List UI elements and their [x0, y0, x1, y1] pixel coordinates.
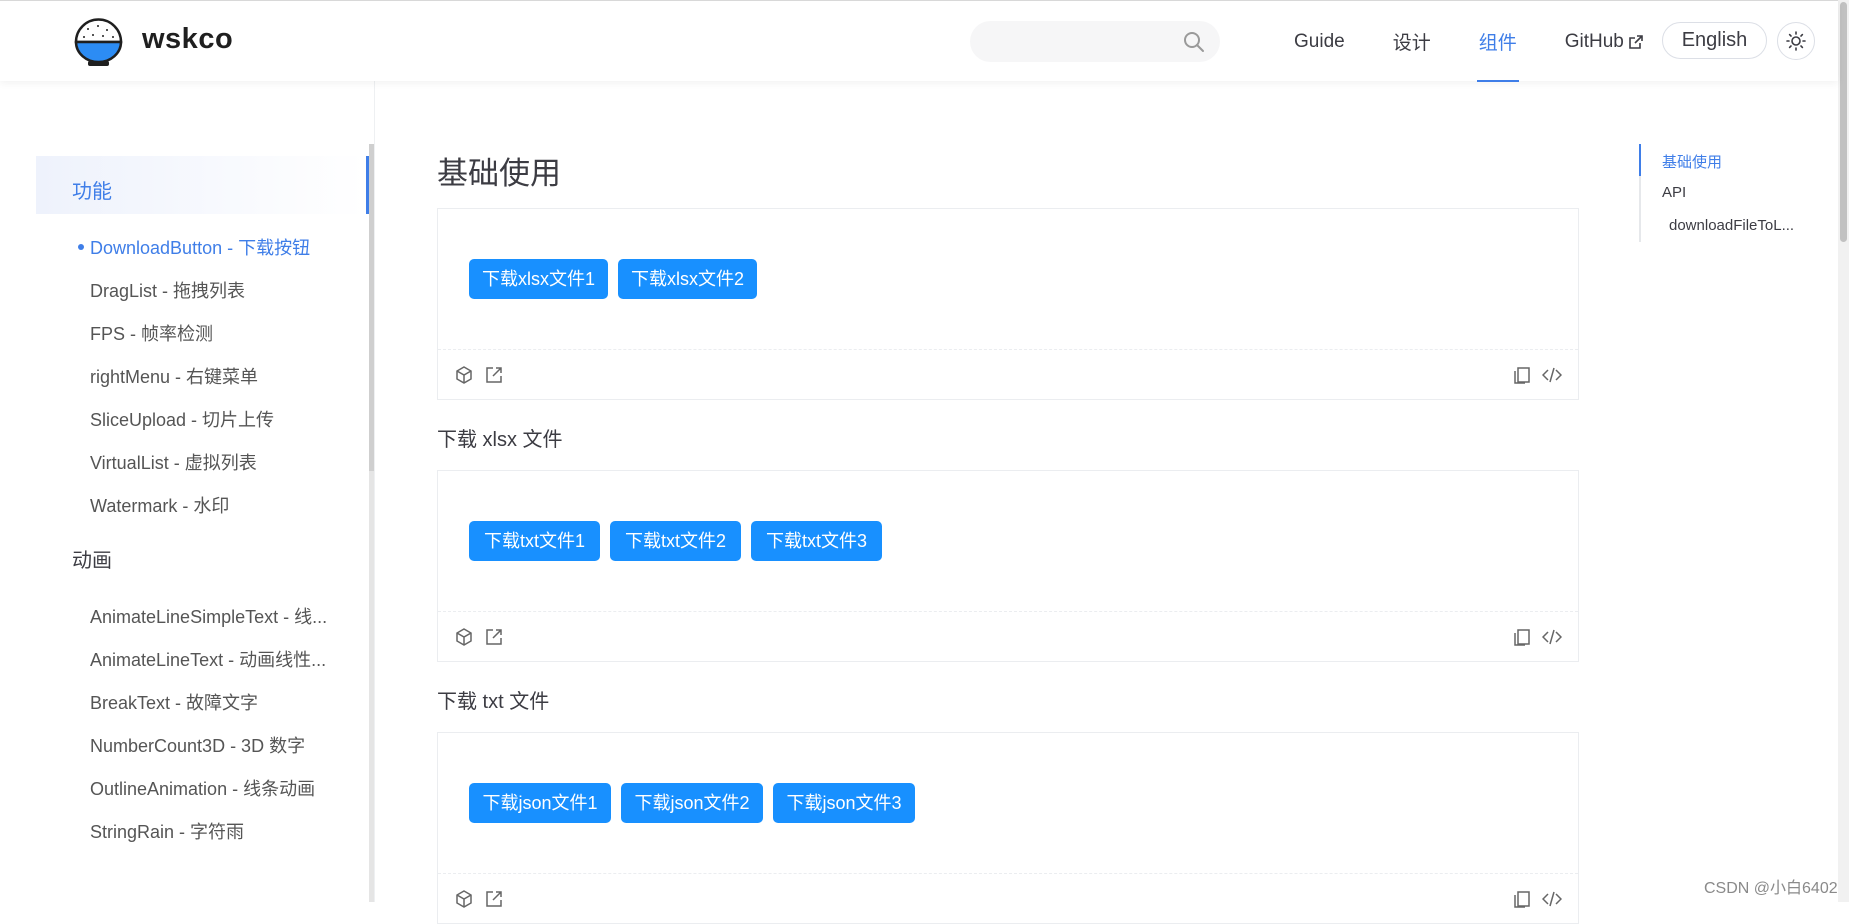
- sidebar-item-draglist[interactable]: DragList - 拖拽列表: [90, 277, 245, 303]
- sidebar-item-sliceupload[interactable]: SliceUpload - 切片上传: [90, 406, 274, 432]
- top-header: wskco Guide 设计 组件 GitHub English: [0, 0, 1838, 82]
- toc-item[interactable]: API: [1662, 184, 1686, 201]
- top-nav: Guide 设计 组件 GitHub: [1270, 1, 1667, 82]
- demo-box: 下载xlsx文件1 下载xlsx文件2: [437, 208, 1579, 400]
- sidebar-item-breaktext[interactable]: BreakText - 故障文字: [90, 689, 258, 715]
- nav-github[interactable]: GitHub: [1541, 1, 1667, 82]
- sidebar-item-virtuallist[interactable]: VirtualList - 虚拟列表: [90, 449, 257, 475]
- demo-caption: 下载 txt 文件: [437, 691, 550, 713]
- page-title: 基础使用: [437, 156, 561, 191]
- demo-caption: 下载 xlsx 文件: [437, 429, 563, 451]
- code-icon[interactable]: [1542, 889, 1562, 909]
- download-button[interactable]: 下载xlsx文件1: [469, 259, 608, 299]
- sidebar-item-numbercount3d[interactable]: NumberCount3D - 3D 数字: [90, 732, 305, 758]
- sidebar-scrollbar[interactable]: [369, 144, 374, 902]
- sidebar-item-downloadbutton[interactable]: DownloadButton - 下载按钮: [90, 234, 310, 260]
- page-scrollbar-thumb[interactable]: [1840, 2, 1847, 242]
- nav-guide[interactable]: Guide: [1270, 1, 1369, 82]
- sidebar-group-title[interactable]: 动画: [72, 544, 112, 573]
- demo-actions: [438, 874, 1578, 923]
- sidebar: 功能 DownloadButton - 下载按钮 DragList - 拖拽列表…: [0, 81, 375, 902]
- sidebar-item-animatelinetext[interactable]: AnimateLineText - 动画线性...: [90, 646, 326, 672]
- open-external-icon[interactable]: [484, 627, 504, 647]
- search-box[interactable]: [970, 21, 1220, 62]
- sidebar-item-rightmenu[interactable]: rightMenu - 右键菜单: [90, 363, 258, 389]
- toc-item[interactable]: 基础使用: [1662, 151, 1722, 172]
- demo-preview: 下载txt文件1 下载txt文件2 下载txt文件3: [438, 471, 1578, 612]
- toc-item[interactable]: downloadFileToL...: [1669, 217, 1794, 234]
- sidebar-item-animatelinesimpletext[interactable]: AnimateLineSimpleText - 线...: [90, 603, 327, 629]
- demo-preview: 下载json文件1 下载json文件2 下载json文件3: [438, 733, 1578, 874]
- external-link-icon: [1629, 34, 1643, 49]
- codesandbox-icon[interactable]: [454, 627, 474, 647]
- language-button[interactable]: English: [1662, 22, 1767, 59]
- open-external-icon[interactable]: [484, 889, 504, 909]
- download-button[interactable]: 下载txt文件1: [469, 521, 600, 561]
- search-icon: [1184, 32, 1204, 52]
- demo-box: 下载txt文件1 下载txt文件2 下载txt文件3: [437, 470, 1579, 662]
- toc-active-marker: [1639, 144, 1641, 176]
- sidebar-item-stringrain[interactable]: StringRain - 字符雨: [90, 818, 244, 844]
- active-bullet-icon: [78, 244, 84, 250]
- codesandbox-icon[interactable]: [454, 365, 474, 385]
- open-external-icon[interactable]: [484, 365, 504, 385]
- sidebar-item-watermark[interactable]: Watermark - 水印: [90, 492, 229, 518]
- download-button[interactable]: 下载txt文件2: [610, 521, 741, 561]
- nav-design[interactable]: 设计: [1369, 1, 1455, 82]
- sidebar-group-title[interactable]: 功能: [72, 175, 112, 204]
- sun-icon: [1786, 31, 1806, 51]
- copy-icon[interactable]: [1512, 889, 1532, 909]
- nav-github-label: GitHub: [1564, 30, 1624, 52]
- code-icon[interactable]: [1542, 365, 1562, 385]
- site-title[interactable]: wskco: [142, 23, 233, 56]
- copy-icon[interactable]: [1512, 627, 1532, 647]
- copy-icon[interactable]: [1512, 365, 1532, 385]
- demo-box: 下载json文件1 下载json文件2 下载json文件3: [437, 732, 1579, 924]
- download-button[interactable]: 下载txt文件3: [751, 521, 882, 561]
- watermark-text: CSDN @小白6402: [1704, 880, 1838, 897]
- download-button[interactable]: 下载json文件2: [621, 783, 763, 823]
- sidebar-item-outlineanimation[interactable]: OutlineAnimation - 线条动画: [90, 775, 315, 801]
- download-button[interactable]: 下载xlsx文件2: [618, 259, 757, 299]
- demo-actions: [438, 612, 1578, 661]
- logo-icon[interactable]: [72, 16, 125, 68]
- sidebar-scrollbar-thumb[interactable]: [369, 144, 374, 471]
- page-scrollbar[interactable]: [1838, 0, 1849, 902]
- theme-toggle-button[interactable]: [1777, 22, 1815, 60]
- download-button[interactable]: 下载json文件3: [773, 783, 915, 823]
- codesandbox-icon[interactable]: [454, 889, 474, 909]
- sidebar-item-fps[interactable]: FPS - 帧率检测: [90, 320, 213, 346]
- nav-components[interactable]: 组件: [1455, 1, 1541, 82]
- code-icon[interactable]: [1542, 627, 1562, 647]
- download-button[interactable]: 下载json文件1: [469, 783, 611, 823]
- demo-preview: 下载xlsx文件1 下载xlsx文件2: [438, 209, 1578, 350]
- demo-actions: [438, 350, 1578, 399]
